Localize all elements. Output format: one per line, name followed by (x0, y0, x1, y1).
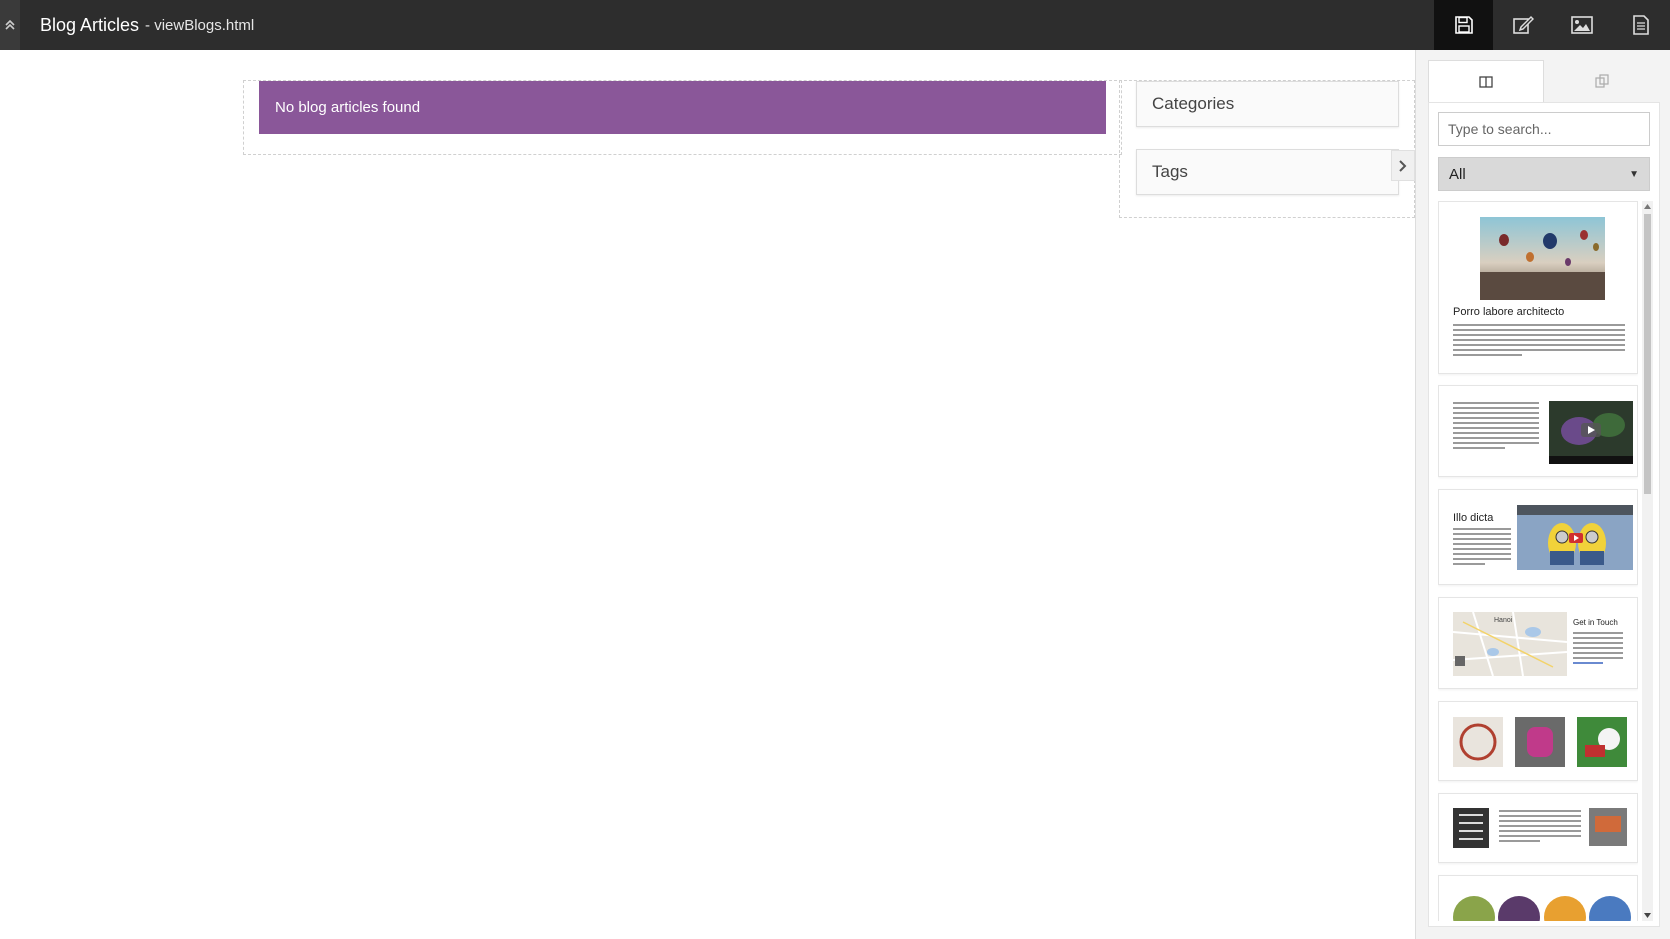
panel-toggle-button[interactable] (1391, 150, 1415, 181)
tab-components[interactable] (1544, 60, 1660, 102)
caret-down-icon: ▼ (1629, 168, 1639, 180)
tags-widget[interactable]: Tags (1136, 149, 1399, 195)
circle-images-thumbnail (1453, 896, 1631, 921)
basketball-hoop-thumbnail (1453, 717, 1503, 767)
sports-gear-thumbnail (1577, 717, 1627, 767)
snippet-item[interactable] (1438, 793, 1638, 863)
snippet-title: Get in Touch (1573, 618, 1618, 627)
save-icon (1454, 16, 1473, 34)
chevron-right-icon (1399, 159, 1407, 172)
snippet-scrollbar[interactable] (1642, 201, 1653, 921)
categories-widget[interactable]: Categories (1136, 81, 1399, 127)
edit-button[interactable] (1493, 0, 1552, 50)
snippet-item[interactable] (1438, 385, 1638, 477)
snippet-item[interactable]: Hanoi Get in Touch (1438, 597, 1638, 689)
page-filename: - viewBlogs.html (145, 16, 255, 34)
snippet-item[interactable]: Porro labore architecto (1438, 201, 1638, 374)
tab-blocks[interactable] (1428, 60, 1544, 102)
map-city-label: Hanoi (1494, 617, 1513, 624)
video-thumbnail (1549, 401, 1633, 464)
snippet-list: Porro labore architecto Illo dicta Hanoi… (1438, 201, 1638, 921)
clone-icon (1595, 74, 1609, 88)
snippet-search-input[interactable] (1438, 112, 1650, 146)
scroll-up-arrow-icon[interactable] (1642, 201, 1653, 212)
page-icon (1632, 15, 1649, 35)
scrollbar-thumb[interactable] (1644, 214, 1651, 494)
page-button[interactable] (1611, 0, 1670, 50)
image-icon (1570, 16, 1593, 34)
columns-icon (1479, 75, 1493, 88)
snippet-panel-content: All ▼ Porro labore architecto (1428, 102, 1660, 927)
snippet-item[interactable] (1438, 875, 1638, 921)
collapse-button[interactable] (0, 0, 20, 50)
snippet-category-select[interactable]: All ▼ (1438, 157, 1650, 191)
edit-icon (1512, 15, 1534, 34)
image-button[interactable] (1552, 0, 1611, 50)
empty-alert: No blog articles found (259, 81, 1106, 134)
tags-label: Tags (1152, 162, 1188, 181)
list-icon-thumbnail (1453, 808, 1489, 848)
snippet-panel: All ▼ Porro labore architecto (1415, 50, 1670, 939)
sidebar-container: Categories Tags (1119, 80, 1415, 218)
product-thumbnail (1589, 808, 1627, 846)
categories-label: Categories (1152, 94, 1235, 113)
snippet-item[interactable]: Illo dicta (1438, 489, 1638, 585)
save-button[interactable] (1434, 0, 1493, 50)
select-value: All (1449, 165, 1466, 183)
snippet-title: Porro labore architecto (1453, 306, 1565, 318)
double-chevron-up-icon (5, 20, 15, 30)
page-title: Blog Articles (40, 14, 140, 35)
balloons-thumbnail (1480, 217, 1605, 300)
snippet-item[interactable] (1438, 701, 1638, 781)
alert-text: No blog articles found (275, 99, 421, 116)
snippet-title: Illo dicta (1453, 512, 1494, 524)
dumbbell-thumbnail (1515, 717, 1565, 767)
top-bar: Blog Articles - viewBlogs.html (0, 0, 1670, 50)
blog-list-container: No blog articles found (243, 80, 1122, 155)
youtube-thumbnail (1517, 505, 1633, 570)
scroll-down-arrow-icon[interactable] (1642, 910, 1653, 921)
